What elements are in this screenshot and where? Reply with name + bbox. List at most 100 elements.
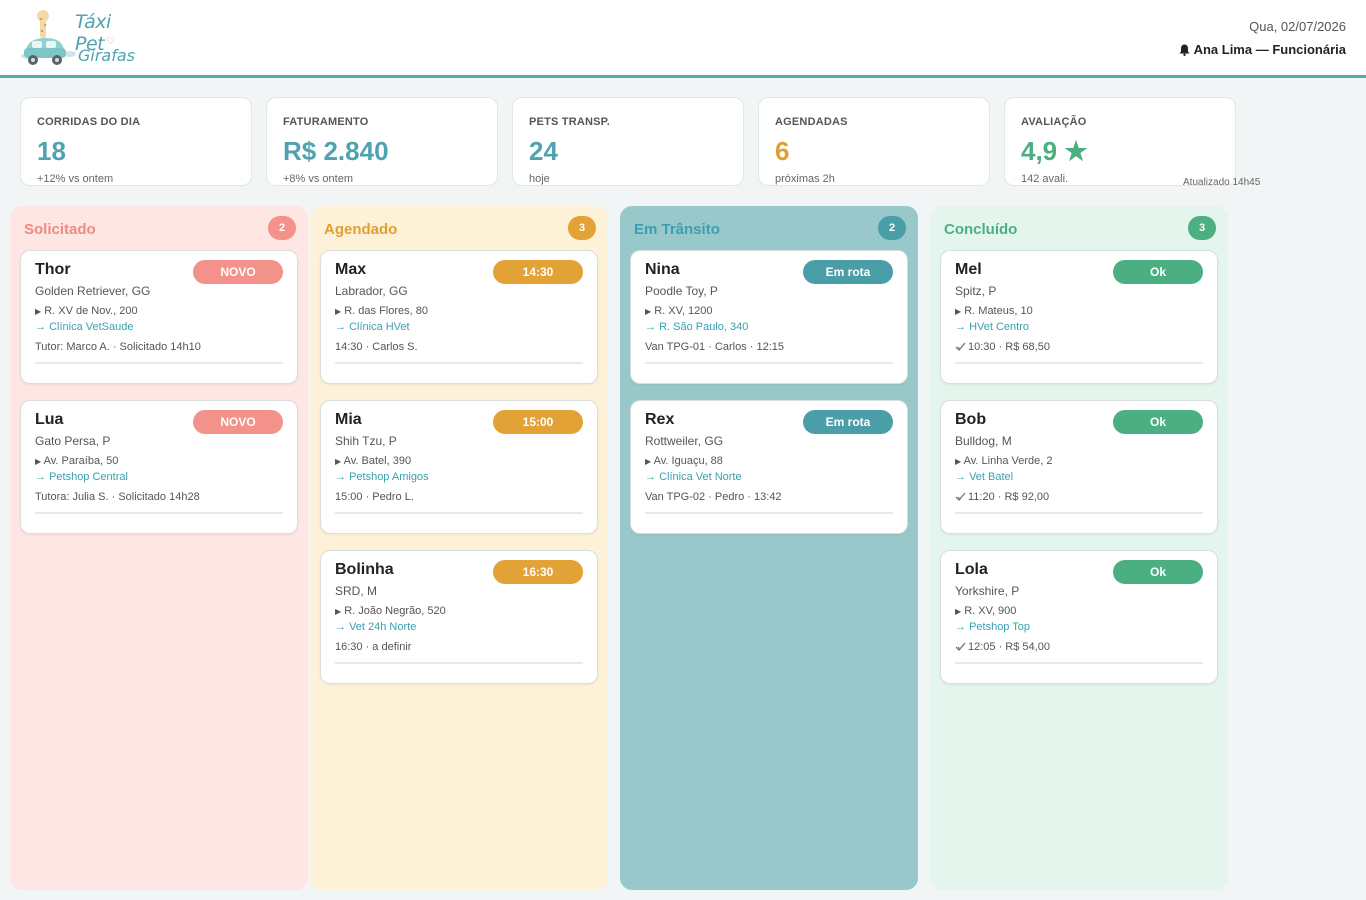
pet-card[interactable]: Lola Ok Yorkshire, P ▶ R. XV, 900 → Petshop … — [940, 550, 1218, 684]
pickup-address: ▶ Av. Linha Verde, 2 — [955, 455, 1053, 467]
pet-name: Max — [335, 261, 367, 278]
column-count-badge: 2 — [268, 216, 296, 240]
pickup-address: ▶ R. XV de Nov., 200 — [35, 305, 138, 317]
pet-card[interactable]: Mel Ok Spitz, P ▶ R. Mateus, 10 → HVet Centr… — [940, 250, 1218, 384]
trip-info: Tutor: Marco A. · Solicitado 14h10 — [35, 341, 201, 353]
stat-label: AGENDADAS — [775, 116, 848, 128]
stat-value: R$ 2.840 — [283, 136, 389, 166]
pet-card[interactable]: Lua NOVO Gato Persa, P ▶ Av. Paraíba, 50 → P… — [20, 400, 298, 534]
trip-info-text: Tutora: Julia S. · Solicitado 14h28 — [35, 491, 200, 503]
destination: → Vet 24h Norte — [335, 621, 416, 633]
destination-text: Vet Batel — [969, 471, 1014, 483]
column-title: Solicitado — [24, 221, 96, 238]
arrow-right-icon: → — [35, 321, 46, 333]
stat-card-faturamento: FATURAMENTO R$ 2.840 +8% vs ontem — [266, 97, 498, 186]
destination-text: Petshop Central — [49, 471, 128, 483]
status-badge: Em rota — [803, 260, 893, 284]
trip-info-text: 12:05 · R$ 54,00 — [968, 641, 1050, 653]
pet-card[interactable]: Thor NOVO Golden Retriever, GG ▶ R. XV de N… — [20, 250, 298, 384]
trip-info-text: Van TPG-01 · Carlos · 12:15 — [645, 341, 784, 353]
trip-info: Van TPG-02 · Pedro · 13:42 — [645, 491, 782, 503]
pet-breed: SRD, M — [335, 584, 377, 598]
status-badge: Ok — [1113, 260, 1203, 284]
pickup-address-text: Av. Iguaçu, 88 — [653, 455, 723, 467]
arrow-right-icon: → — [335, 621, 346, 633]
trip-info: 12:05 · R$ 54,00 — [955, 641, 1050, 653]
pickup-address: ▶ R. XV, 900 — [955, 605, 1016, 617]
check-icon — [955, 642, 966, 651]
status-badge: NOVO — [193, 410, 283, 434]
app-header: Táxi Pet ♡ Girafas Qua, 02/07/2026 Ana L… — [0, 0, 1366, 78]
stat-sub: hoje — [529, 173, 550, 185]
pet-name: Rex — [645, 411, 675, 428]
pickup-address: ▶ Av. Batel, 390 — [335, 455, 411, 467]
pickup-address-text: R. XV, 900 — [964, 605, 1017, 617]
destination: → R. São Paulo, 340 — [645, 321, 748, 333]
pet-breed: Bulldog, M — [955, 434, 1012, 448]
bell-icon — [1179, 44, 1190, 56]
pet-name: Mel — [955, 261, 982, 278]
stat-label: FATURAMENTO — [283, 116, 369, 128]
pet-card[interactable]: Bob Ok Bulldog, M ▶ Av. Linha Verde, 2 → Vet… — [940, 400, 1218, 534]
trip-info: 15:00 · Pedro L. — [335, 491, 414, 503]
check-icon — [955, 492, 966, 501]
stat-value: 18 — [37, 136, 66, 166]
trip-info: Van TPG-01 · Carlos · 12:15 — [645, 341, 784, 353]
pet-card[interactable]: Rex Em rota Rottweiler, GG ▶ Av. Iguaçu, 88… — [630, 400, 908, 534]
card-divider — [335, 362, 583, 364]
stat-value: 4,9 ★ — [1021, 136, 1088, 166]
trip-info-text: Van TPG-02 · Pedro · 13:42 — [645, 491, 782, 503]
kanban-column: Agendado 3 Max 14:30 Labrador, GG ▶ R. das Fl… — [310, 206, 608, 890]
pickup-address: ▶ Av. Paraíba, 50 — [35, 455, 118, 467]
arrow-right-icon: → — [645, 471, 656, 483]
pet-breed: Labrador, GG — [335, 284, 408, 298]
trip-info: 10:30 · R$ 68,50 — [955, 341, 1050, 353]
current-date: Qua, 02/07/2026 — [1249, 19, 1346, 34]
destination-text: HVet Centro — [969, 321, 1029, 333]
trip-info-text: 15:00 · Pedro L. — [335, 491, 414, 503]
destination: → Petshop Amigos — [335, 471, 429, 483]
pet-name: Lua — [35, 411, 64, 428]
pickup-address: ▶ R. Mateus, 10 — [955, 305, 1033, 317]
logo-subtitle: Girafas — [78, 46, 135, 65]
trip-info-text: 10:30 · R$ 68,50 — [968, 341, 1050, 353]
stat-label: AVALIAÇÃO — [1021, 116, 1087, 128]
pickup-address-text: Av. Paraíba, 50 — [43, 455, 119, 467]
triangle-right-icon: ▶ — [955, 607, 962, 616]
kanban-column: Em Trânsito 2 Nina Em rota Poodle Toy, P ▶ R.… — [620, 206, 918, 890]
triangle-right-icon: ▶ — [35, 307, 42, 316]
trip-info: Tutora: Julia S. · Solicitado 14h28 — [35, 491, 200, 503]
status-badge: 15:00 — [493, 410, 583, 434]
pickup-address-text: Av. Linha Verde, 2 — [963, 455, 1053, 467]
arrow-right-icon: → — [335, 471, 346, 483]
pet-card[interactable]: Nina Em rota Poodle Toy, P ▶ R. XV, 1200 → R… — [630, 250, 908, 384]
user-menu[interactable]: Ana Lima — Funcionária — [1179, 42, 1346, 57]
card-divider — [35, 512, 283, 514]
pickup-address-text: R. das Flores, 80 — [344, 305, 428, 317]
destination-text: Vet 24h Norte — [349, 621, 417, 633]
card-divider — [335, 512, 583, 514]
arrow-right-icon: → — [955, 321, 966, 333]
triangle-right-icon: ▶ — [955, 457, 962, 466]
pickup-address-text: R. XV, 1200 — [654, 305, 713, 317]
logo[interactable]: Táxi Pet ♡ Girafas — [18, 10, 143, 70]
pet-breed: Poodle Toy, P — [645, 284, 718, 298]
last-updated: Atualizado 14h45 — [1183, 177, 1261, 188]
status-badge: Em rota — [803, 410, 893, 434]
check-icon — [955, 342, 966, 351]
destination-text: Petshop Top — [969, 621, 1031, 633]
card-divider — [335, 662, 583, 664]
destination: → Vet Batel — [955, 471, 1013, 483]
arrow-right-icon: → — [645, 321, 656, 333]
column-title: Concluído — [944, 221, 1018, 238]
pet-card[interactable]: Bolinha 16:30 SRD, M ▶ R. João Negrão, 520 →… — [320, 550, 598, 684]
pickup-address-text: R. XV de Nov., 200 — [44, 305, 138, 317]
stat-card-pets: PETS TRANSP. 24 hoje — [512, 97, 744, 186]
trip-info-text: 16:30 · a definir — [335, 641, 412, 653]
arrow-right-icon: → — [955, 471, 966, 483]
pet-card[interactable]: Mia 15:00 Shih Tzu, P ▶ Av. Batel, 390 → Pet… — [320, 400, 598, 534]
trip-info-text: 14:30 · Carlos S. — [335, 341, 418, 353]
pet-name: Nina — [645, 261, 680, 278]
pet-card[interactable]: Max 14:30 Labrador, GG ▶ R. das Flores, 80 →… — [320, 250, 598, 384]
destination: → Petshop Central — [35, 471, 128, 483]
